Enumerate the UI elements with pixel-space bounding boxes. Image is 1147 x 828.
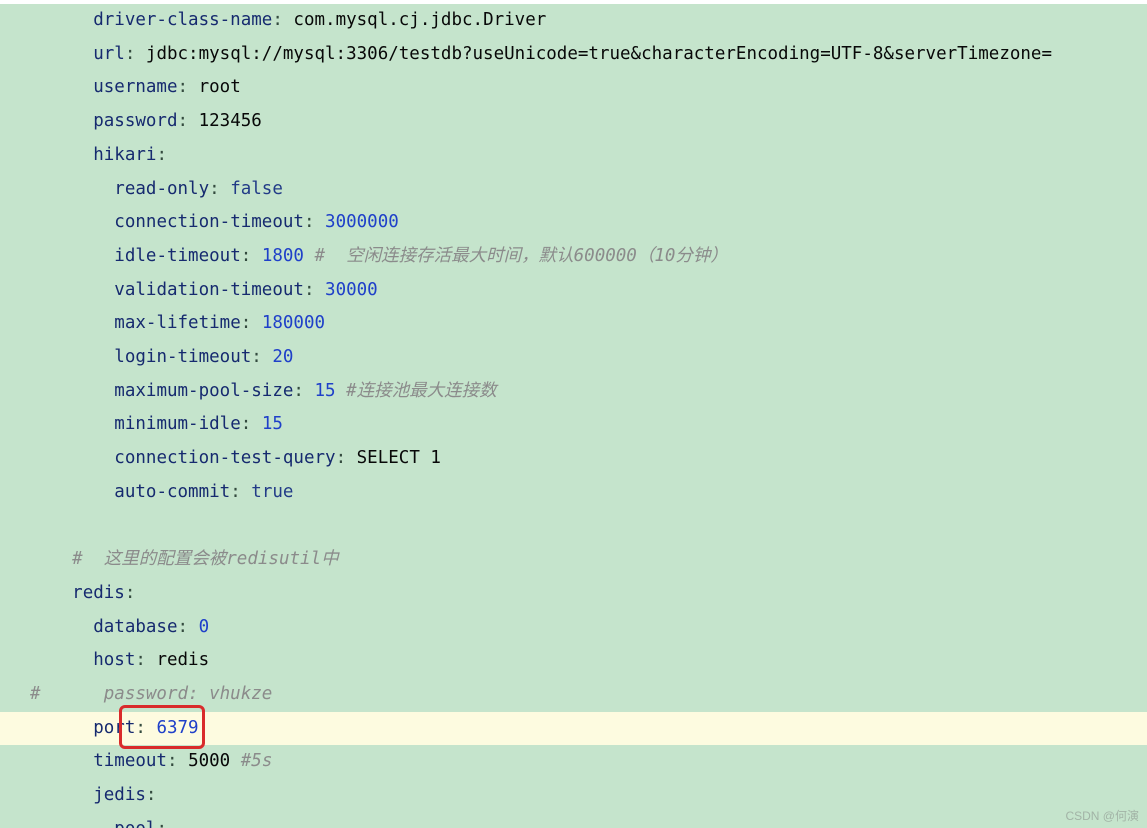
code-line: timeout: 5000 #5s	[0, 745, 1147, 779]
code-line: # 这里的配置会被redisutil中	[0, 543, 1147, 577]
code-line: connection-test-query: SELECT 1	[0, 442, 1147, 476]
code-line: minimum-idle: 15	[0, 408, 1147, 442]
code-line: validation-timeout: 30000	[0, 274, 1147, 308]
code-line: login-timeout: 20	[0, 341, 1147, 375]
watermark: CSDN @何演	[1065, 807, 1139, 824]
code-line: port: 6379	[0, 712, 1147, 746]
code-line: database: 0	[0, 611, 1147, 645]
code-line: idle-timeout: 1800 # 空闲连接存活最大时间，默认600000…	[0, 240, 1147, 274]
code-line: auto-commit: true	[0, 476, 1147, 510]
code-line: password: 123456	[0, 105, 1147, 139]
code-line: connection-timeout: 3000000	[0, 206, 1147, 240]
code-line: jedis:	[0, 779, 1147, 813]
code-line: redis:	[0, 577, 1147, 611]
code-line: read-only: false	[0, 173, 1147, 207]
code-line: max-lifetime: 180000	[0, 307, 1147, 341]
code-line: maximum-pool-size: 15 #连接池最大连接数	[0, 375, 1147, 409]
code-line: pool:	[0, 813, 1147, 828]
code-viewport: driver-class-name: com.mysql.cj.jdbc.Dri…	[0, 0, 1147, 828]
code-line: driver-class-name: com.mysql.cj.jdbc.Dri…	[0, 4, 1147, 38]
code-line	[0, 510, 1147, 544]
code-line: host: redis	[0, 644, 1147, 678]
code-line: # password: vhukze	[0, 678, 1147, 712]
code-line: hikari:	[0, 139, 1147, 173]
code-line: username: root	[0, 71, 1147, 105]
code-line: url: jdbc:mysql://mysql:3306/testdb?useU…	[0, 38, 1147, 72]
yaml-code-block: driver-class-name: com.mysql.cj.jdbc.Dri…	[0, 0, 1147, 828]
